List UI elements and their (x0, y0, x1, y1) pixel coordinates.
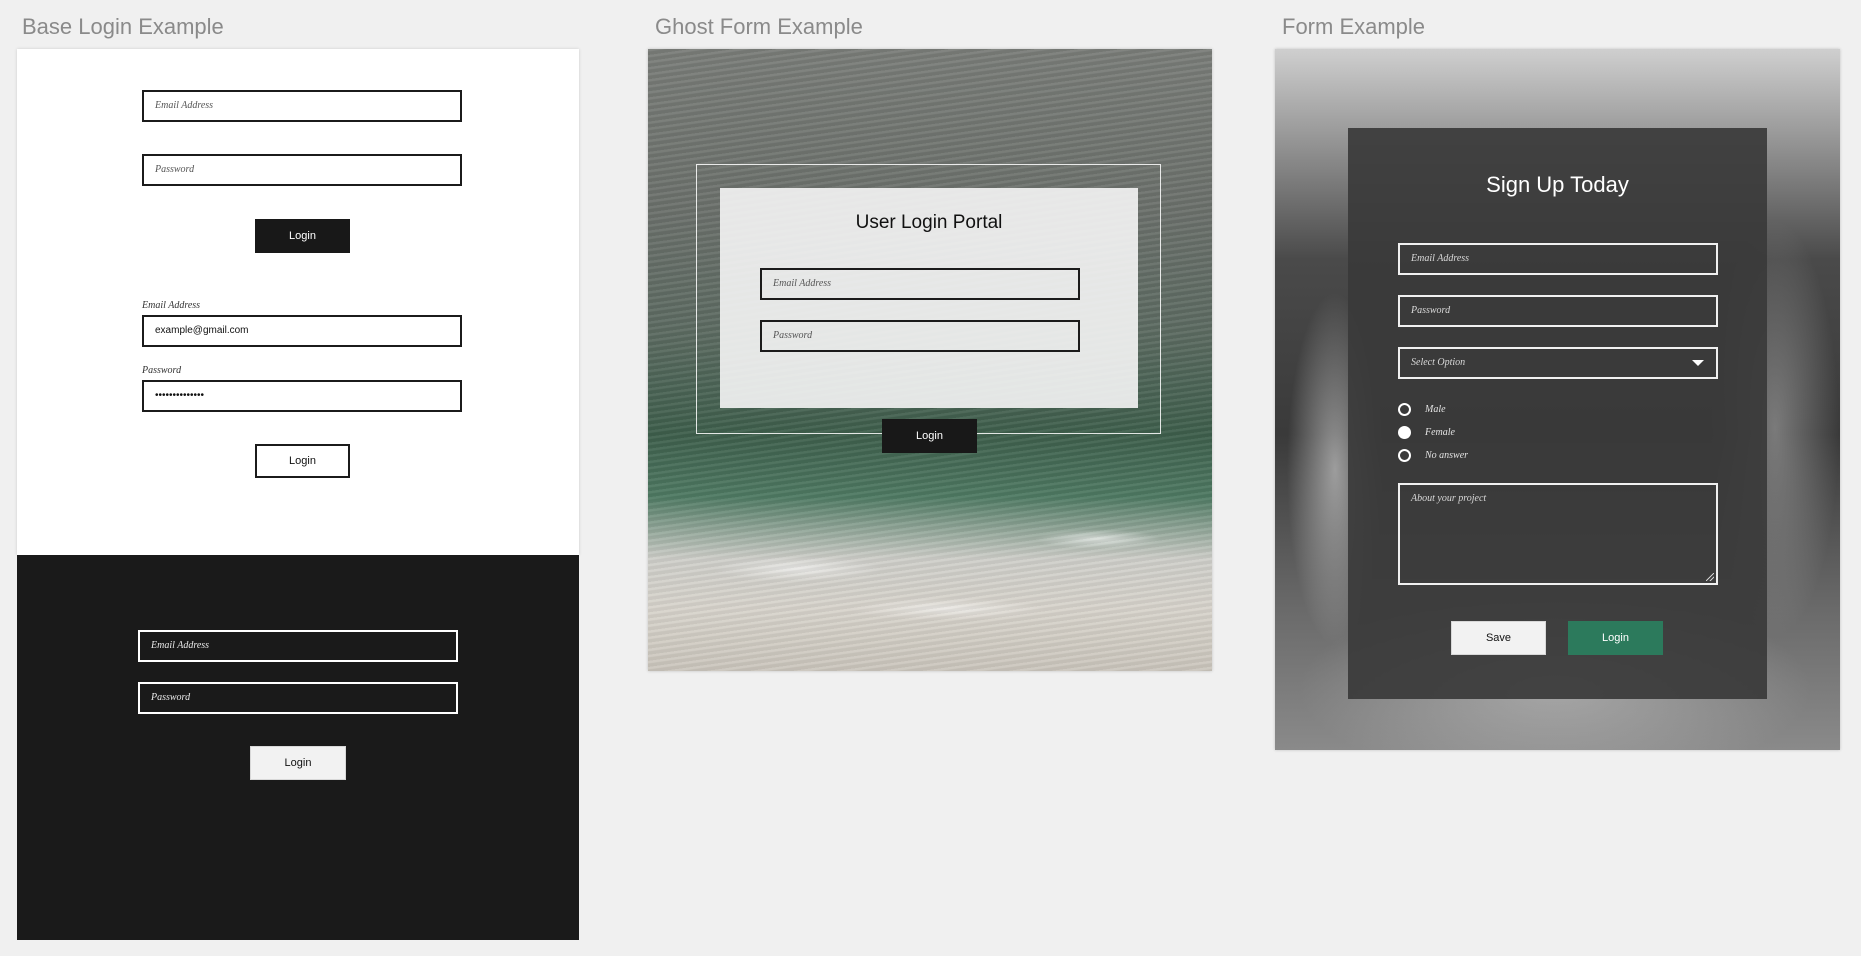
resize-grip-icon[interactable] (1706, 573, 1714, 581)
ghost-title: User Login Portal (855, 212, 1003, 233)
project-textarea[interactable]: About your project (1398, 483, 1718, 585)
login-button-outline[interactable]: Login (255, 444, 350, 478)
signup-login-button[interactable]: Login (1568, 621, 1663, 655)
ghost-login-button[interactable]: Login (882, 419, 977, 453)
page: Base Login Example Ghost Form Example Fo… (0, 0, 1861, 956)
login-button-light[interactable]: Login (250, 746, 346, 780)
signup-select[interactable]: Select Option (1398, 347, 1718, 379)
base-login-dark-panel: Email Address Password Login (17, 555, 579, 940)
signup-password-field[interactable]: Password (1398, 295, 1718, 327)
password-field-dark[interactable]: Password (138, 682, 458, 714)
radio-option-male[interactable]: Male (1398, 401, 1446, 417)
select-value: Select Option (1411, 357, 1466, 368)
radio-label: Female (1425, 426, 1455, 438)
radio-icon[interactable] (1398, 402, 1411, 416)
chevron-down-icon (1692, 360, 1704, 366)
radio-icon[interactable] (1398, 448, 1411, 462)
ghost-form-panel: User Login Portal Email Address Password… (648, 49, 1212, 671)
signup-email-field[interactable]: Email Address (1398, 243, 1718, 275)
base-login-white-panel: Email Address Password Login Email Addre… (17, 49, 579, 555)
textarea-placeholder: About your project (1411, 493, 1487, 504)
signup-title: Sign Up Today (1486, 172, 1629, 197)
email-field-filled[interactable]: example@gmail.com (142, 315, 462, 347)
ghost-email-field[interactable]: Email Address (760, 268, 1080, 300)
email-field[interactable]: Email Address (142, 90, 462, 122)
radio-label: No answer (1425, 449, 1469, 461)
email-label: Email Address (142, 300, 201, 311)
email-field-dark[interactable]: Email Address (138, 630, 458, 662)
ghost-password-field[interactable]: Password (760, 320, 1080, 352)
section-title-form: Form Example (1282, 14, 1426, 39)
radio-label: Male (1425, 403, 1446, 415)
section-title-ghost: Ghost Form Example (655, 14, 863, 39)
save-button[interactable]: Save (1451, 621, 1546, 655)
password-label: Password (142, 365, 182, 376)
radio-option-no-answer[interactable]: No answer (1398, 447, 1468, 463)
signup-form-panel: Sign Up Today Email Address Password Sel… (1275, 49, 1840, 750)
radio-option-female[interactable]: Female (1398, 424, 1455, 440)
password-field[interactable]: Password (142, 154, 462, 186)
signup-card: Sign Up Today Email Address Password Sel… (1348, 128, 1767, 699)
radio-selected-icon[interactable] (1398, 425, 1411, 439)
section-title-base: Base Login Example (22, 14, 224, 39)
login-button[interactable]: Login (255, 219, 350, 253)
password-field-filled[interactable]: •••••••••••••• (142, 380, 462, 412)
ghost-card: User Login Portal Email Address Password (720, 188, 1138, 408)
